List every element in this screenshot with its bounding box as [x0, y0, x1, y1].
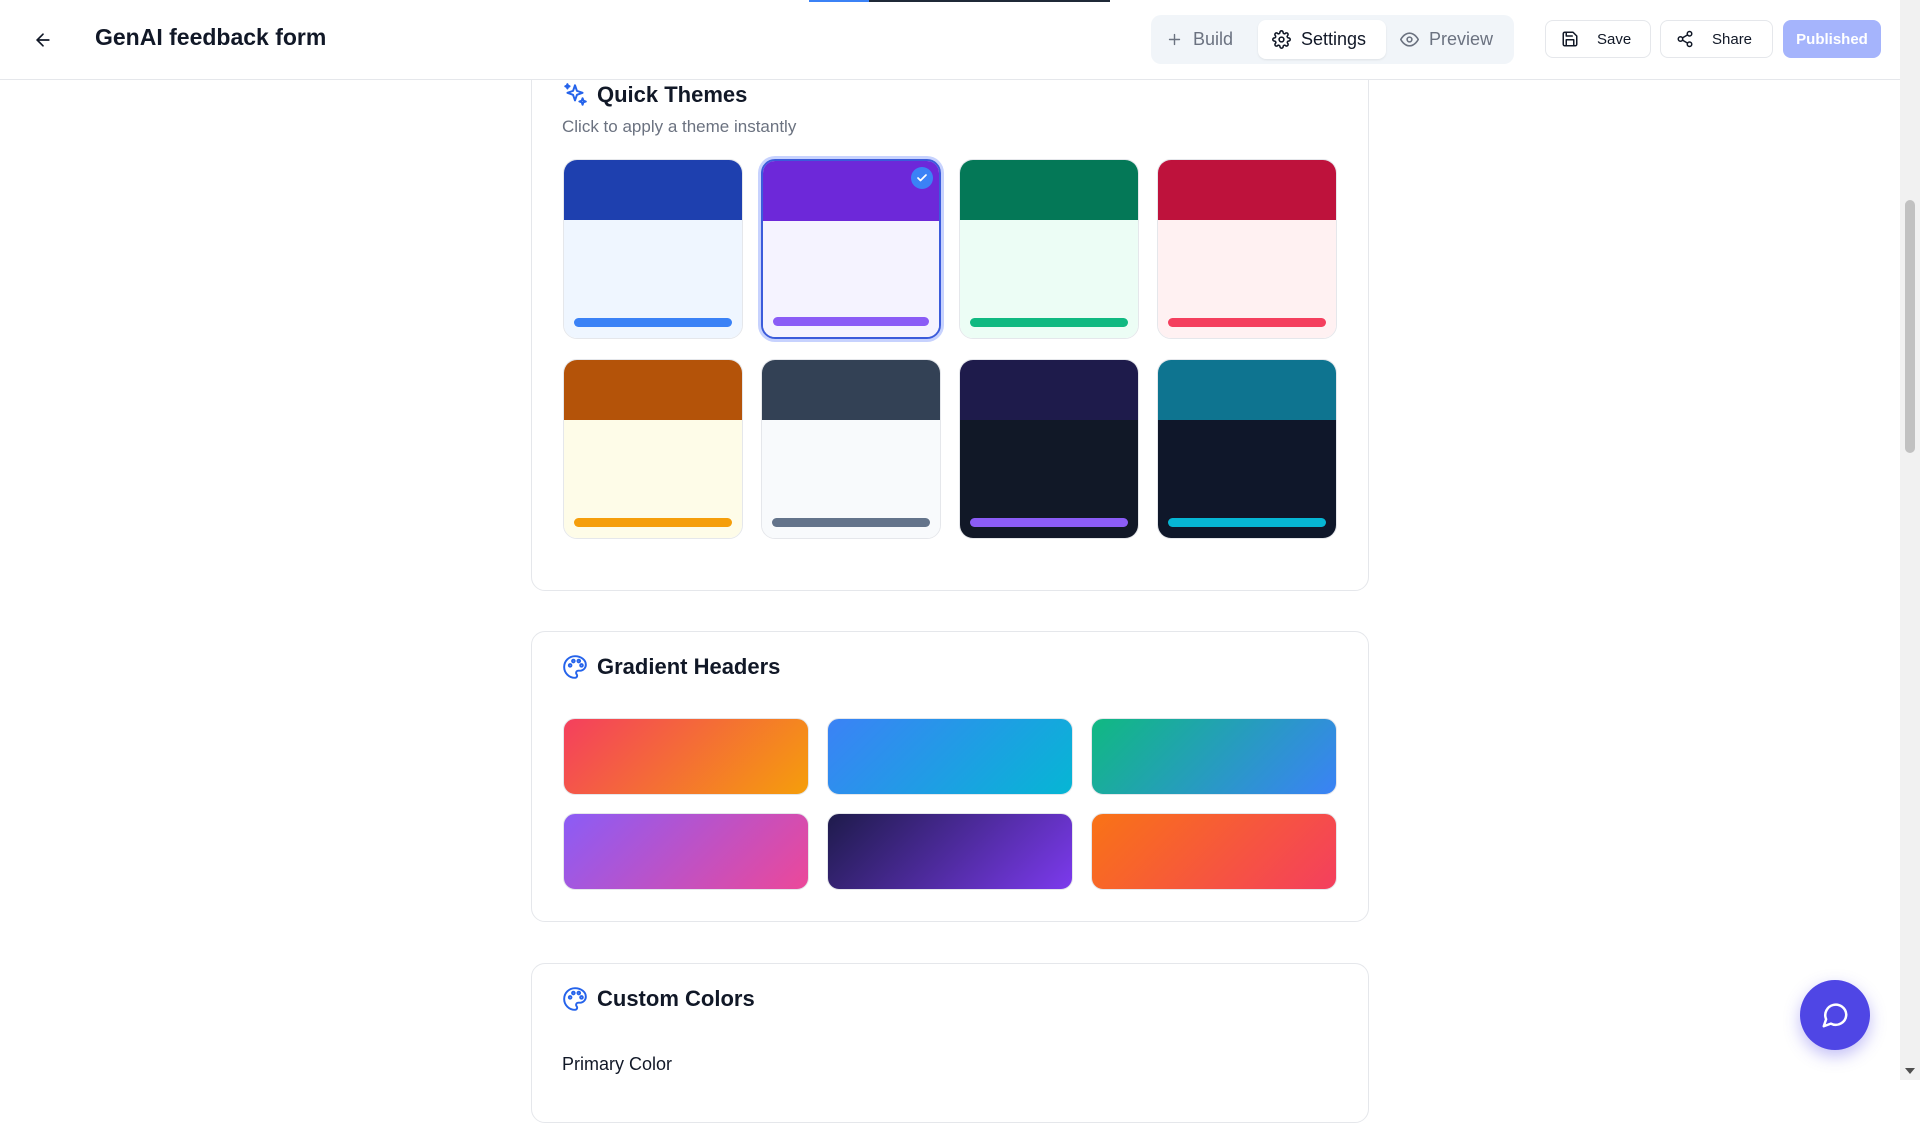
tab-settings-label: Settings — [1301, 29, 1367, 49]
scroll-down-arrow-icon[interactable] — [1905, 1068, 1915, 1074]
theme-swatch[interactable] — [563, 359, 743, 539]
theme-swatch[interactable] — [761, 359, 941, 539]
custom-colors-heading: Custom Colors — [562, 986, 755, 1012]
scrollbar-thumb[interactable] — [1905, 200, 1915, 453]
gradient-swatch[interactable] — [1091, 813, 1337, 890]
save-button[interactable]: Save — [1545, 20, 1651, 58]
mode-switcher: Build Settings Preview — [1151, 15, 1514, 64]
custom-colors-card: Custom Colors Primary Color — [531, 963, 1369, 1123]
theme-swatch[interactable] — [1157, 359, 1337, 539]
share-icon — [1677, 30, 1693, 48]
chat-bubble-icon — [1822, 1003, 1848, 1028]
tab-preview[interactable]: Preview — [1400, 20, 1510, 59]
gradient-swatch[interactable] — [563, 813, 809, 890]
theme-swatch[interactable] — [959, 159, 1139, 339]
form-title: GenAI feedback form — [95, 24, 327, 50]
share-button-label: Share — [1712, 30, 1753, 48]
tab-build-label: Build — [1193, 29, 1234, 49]
check-icon — [911, 167, 933, 189]
eye-icon — [1400, 32, 1419, 47]
gear-icon — [1272, 30, 1291, 49]
quick-themes-heading: Quick Themes — [562, 82, 747, 108]
gradient-swatch[interactable] — [563, 718, 809, 795]
top-bar: GenAI feedback form Build Settings Previ… — [0, 0, 1900, 80]
tab-preview-label: Preview — [1429, 29, 1494, 49]
quick-themes-card: Quick Themes Click to apply a theme inst… — [531, 60, 1369, 591]
published-button[interactable]: Published — [1783, 20, 1881, 58]
theme-swatch[interactable] — [959, 359, 1139, 539]
theme-swatch[interactable] — [761, 159, 941, 339]
gradient-swatch[interactable] — [1091, 718, 1337, 795]
save-button-label: Save — [1597, 30, 1632, 48]
back-button[interactable] — [26, 25, 60, 55]
top-progress-track — [809, 0, 1110, 2]
theme-swatch[interactable] — [563, 159, 743, 339]
primary-color-label: Primary Color — [562, 1054, 673, 1074]
gradient-headers-card: Gradient Headers — [531, 631, 1369, 922]
theme-grid — [563, 159, 1340, 539]
custom-colors-title: Custom Colors — [597, 986, 755, 1011]
gradient-swatch[interactable] — [827, 718, 1073, 795]
palette-icon — [563, 987, 587, 1011]
gradient-headers-title: Gradient Headers — [597, 654, 781, 679]
chat-button[interactable] — [1800, 980, 1870, 1050]
gradient-swatch[interactable] — [827, 813, 1073, 890]
top-progress-fill — [809, 0, 870, 2]
tab-build[interactable]: Build — [1166, 20, 1256, 59]
share-button[interactable]: Share — [1660, 20, 1773, 58]
save-icon — [1562, 31, 1578, 47]
quick-themes-subtitle: Click to apply a theme instantly — [562, 117, 797, 136]
quick-themes-title: Quick Themes — [597, 82, 748, 107]
plus-icon — [1168, 33, 1181, 46]
arrow-left-icon — [36, 33, 50, 47]
gradient-headers-heading: Gradient Headers — [562, 654, 780, 680]
palette-icon — [563, 655, 587, 679]
theme-swatch[interactable] — [1157, 159, 1337, 339]
page-scrollbar[interactable] — [1900, 0, 1920, 1080]
tab-settings[interactable]: Settings — [1258, 20, 1386, 59]
sparkles-icon — [564, 83, 587, 106]
